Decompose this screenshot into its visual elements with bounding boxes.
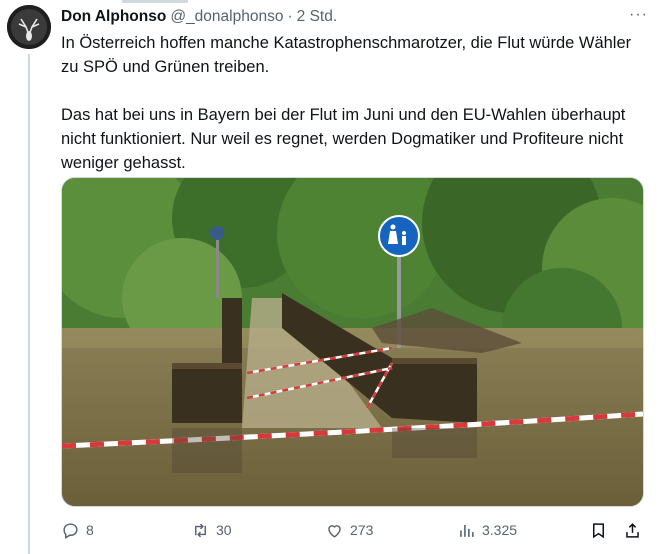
repost-icon — [195, 523, 206, 537]
views-button[interactable]: 3.325 — [457, 521, 517, 540]
tweet-header: Don Alphonso @_donalphonso · 2 Std. — [61, 6, 642, 28]
heart-icon — [328, 524, 341, 538]
tweet-image[interactable] — [61, 177, 644, 507]
tweet-paragraph: In Österreich hoffen manche Katastrophen… — [61, 34, 632, 76]
author-name[interactable]: Don Alphonso — [61, 8, 166, 26]
flood-photo — [62, 178, 643, 506]
share-icon — [626, 522, 639, 538]
avatar[interactable] — [7, 5, 51, 49]
reply-icon — [63, 522, 78, 539]
deer-logo-icon — [7, 5, 51, 49]
views-icon — [460, 524, 474, 537]
timestamp[interactable]: 2 Std. — [297, 8, 338, 26]
tweet-paragraph: Das hat bei uns in Bayern bei der Flut i… — [61, 106, 626, 172]
bookmark-icon — [592, 522, 605, 538]
bookmark-button[interactable] — [589, 521, 608, 540]
thread-line — [28, 54, 30, 554]
share-button[interactable] — [623, 521, 642, 540]
like-count: 273 — [350, 522, 374, 538]
like-button[interactable]: 273 — [325, 521, 373, 540]
separator-dot: · — [287, 8, 293, 25]
top-highlight-bar — [122, 0, 188, 3]
author-handle[interactable]: @_donalphonso — [170, 8, 283, 26]
reply-button[interactable]: 8 — [61, 521, 94, 540]
views-count: 3.325 — [482, 522, 518, 538]
tweet-actions: 8 30 273 3.325 — [61, 517, 652, 543]
repost-count: 30 — [216, 522, 232, 538]
repost-button[interactable]: 30 — [191, 521, 232, 540]
more-options-icon[interactable]: ··· — [629, 6, 648, 24]
reply-count: 8 — [86, 522, 94, 538]
tweet-text: In Österreich hoffen manche Katastrophen… — [61, 31, 646, 199]
